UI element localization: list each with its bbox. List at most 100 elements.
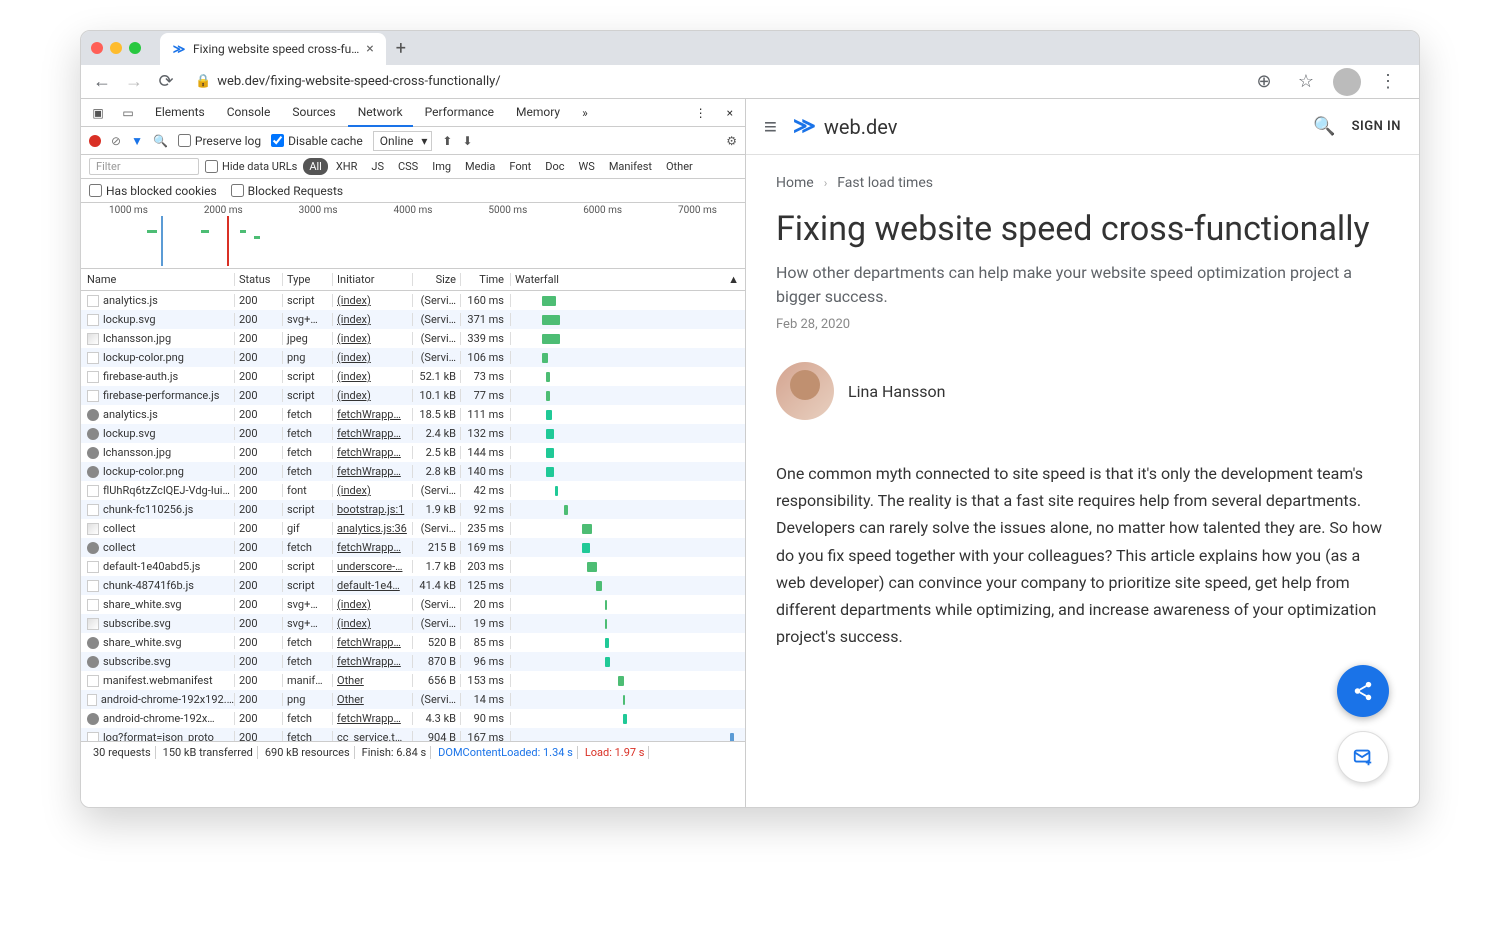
col-name[interactable]: Name [81, 273, 235, 286]
devtools-tab-elements[interactable]: Elements [145, 99, 215, 127]
col-status[interactable]: Status [235, 273, 283, 286]
settings-icon[interactable]: ⚙ [726, 134, 737, 148]
network-row[interactable]: firebase-auth.js200script(index)52.1 kB7… [81, 367, 745, 386]
site-logo[interactable]: ≫ web.dev [793, 114, 898, 139]
col-time[interactable]: Time [461, 273, 511, 286]
back-button[interactable]: ← [87, 67, 117, 97]
throttle-select[interactable]: Online [373, 131, 433, 151]
devtools-close-icon[interactable]: × [719, 106, 741, 120]
page-title: Fixing website speed cross-functionally [776, 209, 1389, 249]
network-row[interactable]: analytics.js200fetchfetchWrapp…18.5 kB11… [81, 405, 745, 424]
filter-manifest[interactable]: Manifest [603, 158, 658, 175]
titlebar: ≫ Fixing website speed cross-fu… × + [81, 31, 1419, 65]
col-waterfall[interactable]: Waterfall▲ [511, 273, 745, 286]
more-tabs-icon[interactable]: » [574, 102, 596, 124]
filter-img[interactable]: Img [426, 158, 457, 175]
subscribe-fab[interactable] [1337, 731, 1389, 783]
blocked-requests-checkbox[interactable]: Blocked Requests [231, 184, 343, 198]
network-row[interactable]: manifest.webmanifest200manif…Other656 B1… [81, 671, 745, 690]
browser-window: ≫ Fixing website speed cross-fu… × + ← →… [80, 30, 1420, 808]
network-row[interactable]: default-1e40abd5.js200scriptunderscore-…… [81, 557, 745, 576]
clear-button[interactable]: ⊘ [111, 134, 121, 148]
filter-js[interactable]: JS [365, 158, 390, 175]
author-avatar[interactable] [776, 362, 834, 420]
signin-button[interactable]: SIGN IN [1352, 119, 1401, 134]
disable-cache-checkbox[interactable]: Disable cache [271, 134, 363, 148]
network-row[interactable]: flUhRq6tzZclQEJ-Vdg-Iui…200font(index)(S… [81, 481, 745, 500]
filter-doc[interactable]: Doc [539, 158, 570, 175]
network-row[interactable]: lchansson.jpg200jpeg(index)(Servi…339 ms [81, 329, 745, 348]
filter-xhr[interactable]: XHR [330, 158, 364, 175]
search-icon[interactable]: 🔍 [1313, 116, 1335, 137]
network-row[interactable]: collect200gifanalytics.js:36(Servi…235 m… [81, 519, 745, 538]
network-row[interactable]: collect200fetchfetchWrapp…215 B169 ms [81, 538, 745, 557]
col-type[interactable]: Type [283, 273, 333, 286]
filter-all[interactable]: All [303, 158, 328, 175]
share-fab[interactable] [1337, 665, 1389, 717]
network-row[interactable]: lockup-color.png200png(index)(Servi…106 … [81, 348, 745, 367]
browser-tab[interactable]: ≫ Fixing website speed cross-fu… × [160, 33, 386, 65]
device-icon[interactable]: ▭ [115, 106, 141, 120]
profile-avatar[interactable] [1333, 68, 1361, 96]
summary-transferred: 150 kB transferred [159, 746, 258, 759]
network-row[interactable]: android-chrome-192x…200fetchfetchWrapp…4… [81, 709, 745, 728]
preserve-log-checkbox[interactable]: Preserve log [178, 134, 261, 148]
close-tab-icon[interactable]: × [366, 41, 373, 57]
network-grid[interactable]: analytics.js200script(index)(Servi…160 m… [81, 291, 745, 741]
brand-text: web.dev [824, 115, 898, 139]
blocked-cookies-checkbox[interactable]: Has blocked cookies [89, 184, 217, 198]
download-icon[interactable]: ⬇ [462, 134, 472, 148]
network-row[interactable]: chunk-fc110256.js200scriptbootstrap.js:1… [81, 500, 745, 519]
install-icon[interactable]: ⊕ [1249, 67, 1279, 97]
network-row[interactable]: subscribe.svg200fetchfetchWrapp…870 B96 … [81, 652, 745, 671]
bookmark-icon[interactable]: ☆ [1291, 67, 1321, 97]
devtools-tab-console[interactable]: Console [217, 99, 281, 127]
devtools-tab-performance[interactable]: Performance [415, 99, 504, 127]
close-window-icon[interactable] [91, 42, 103, 54]
filter-css[interactable]: CSS [392, 158, 424, 175]
crumb-section[interactable]: Fast load times [837, 175, 933, 191]
filter-media[interactable]: Media [459, 158, 501, 175]
devtools-tab-sources[interactable]: Sources [282, 99, 345, 127]
devtools-tab-network[interactable]: Network [348, 99, 413, 127]
hide-data-urls-checkbox[interactable]: Hide data URLs [205, 160, 297, 173]
network-row[interactable]: share_white.svg200fetchfetchWrapp…520 B8… [81, 633, 745, 652]
network-row[interactable]: firebase-performance.js200script(index)1… [81, 386, 745, 405]
tab-strip: ≫ Fixing website speed cross-fu… × + [160, 31, 416, 65]
crumb-home[interactable]: Home [776, 175, 814, 191]
col-size[interactable]: Size [413, 273, 461, 286]
filter-other[interactable]: Other [660, 158, 699, 175]
new-tab-button[interactable]: + [386, 32, 416, 65]
network-row[interactable]: android-chrome-192x192.…200pngOther(Serv… [81, 690, 745, 709]
menu-icon[interactable]: ⋮ [1373, 67, 1403, 97]
page-header: ≡ ≫ web.dev 🔍 SIGN IN [746, 99, 1419, 155]
network-row[interactable]: subscribe.svg200svg+…(index)(Servi…19 ms [81, 614, 745, 633]
maximize-window-icon[interactable] [129, 42, 141, 54]
filter-icon[interactable]: ▼ [131, 134, 143, 148]
filter-input[interactable]: Filter [89, 158, 199, 175]
minimize-window-icon[interactable] [110, 42, 122, 54]
devtools-tab-memory[interactable]: Memory [506, 99, 570, 127]
network-row[interactable]: lockup.svg200svg+…(index)(Servi…371 ms [81, 310, 745, 329]
timeline-overview[interactable]: 1000 ms2000 ms3000 ms4000 ms5000 ms6000 … [81, 203, 745, 269]
filter-font[interactable]: Font [503, 158, 537, 175]
network-row[interactable]: analytics.js200script(index)(Servi…160 m… [81, 291, 745, 310]
upload-icon[interactable]: ⬆ [442, 134, 452, 148]
forward-button[interactable]: → [119, 67, 149, 97]
network-row[interactable]: lchansson.jpg200fetchfetchWrapp…2.5 kB14… [81, 443, 745, 462]
network-row[interactable]: lockup-color.png200fetchfetchWrapp…2.8 k… [81, 462, 745, 481]
reload-button[interactable]: ⟳ [151, 67, 181, 97]
filter-ws[interactable]: WS [573, 158, 601, 175]
record-button[interactable] [89, 135, 101, 147]
author-name[interactable]: Lina Hansson [848, 382, 945, 401]
address-bar[interactable]: 🔒 web.dev/fixing-website-speed-cross-fun… [183, 74, 1247, 89]
network-row[interactable]: chunk-48741f6b.js200scriptdefault-1e4…41… [81, 576, 745, 595]
hamburger-icon[interactable]: ≡ [764, 114, 777, 140]
devtools-menu-icon[interactable]: ⋮ [687, 106, 715, 120]
search-icon[interactable]: 🔍 [153, 134, 168, 148]
network-row[interactable]: log?format=json_proto200fetchcc_service.… [81, 728, 745, 741]
network-row[interactable]: lockup.svg200fetchfetchWrapp…2.4 kB132 m… [81, 424, 745, 443]
col-initiator[interactable]: Initiator [333, 273, 413, 286]
inspect-icon[interactable]: ▣ [85, 106, 111, 120]
network-row[interactable]: share_white.svg200svg+…(index)(Servi…20 … [81, 595, 745, 614]
